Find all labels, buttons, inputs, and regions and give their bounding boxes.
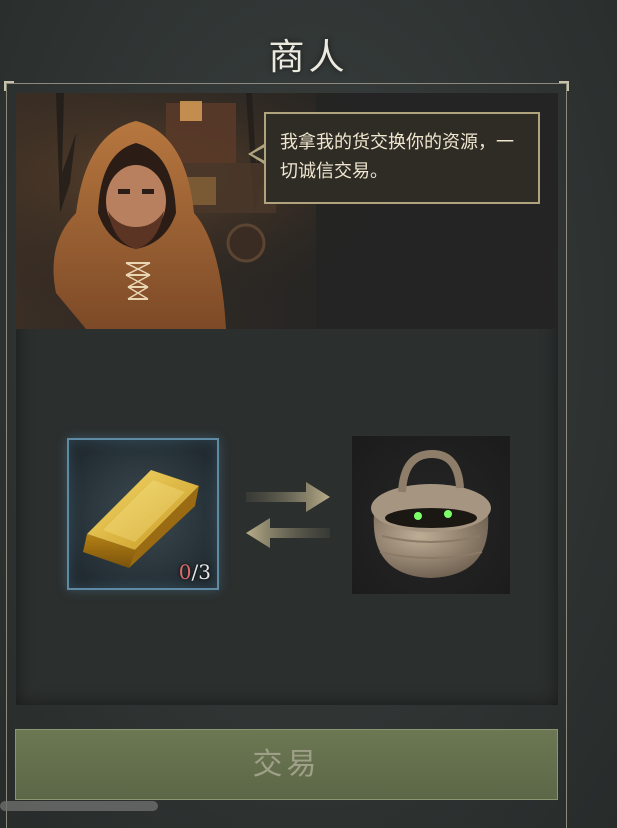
receive-item-slot[interactable]: [352, 436, 510, 594]
scrollbar[interactable]: [0, 801, 158, 811]
page-title: 商人: [268, 37, 349, 78]
frame-corner: [559, 81, 569, 91]
trade-button[interactable]: 交易: [15, 729, 558, 800]
merchant-speech-bubble: 我拿我的货交换你的资源，一切诚信交易。: [264, 112, 540, 204]
merchant-dialogue-text: 我拿我的货交换你的资源，一切诚信交易。: [280, 132, 514, 182]
item-count-total: /3: [191, 560, 211, 584]
frame-corner: [4, 81, 14, 91]
give-item-slot[interactable]: 0/3: [67, 438, 219, 590]
woven-basket-icon: [371, 449, 491, 578]
item-count: 0/3: [179, 560, 211, 584]
exchange-arrows-icon: [246, 482, 330, 548]
item-count-current: 0: [178, 560, 192, 584]
